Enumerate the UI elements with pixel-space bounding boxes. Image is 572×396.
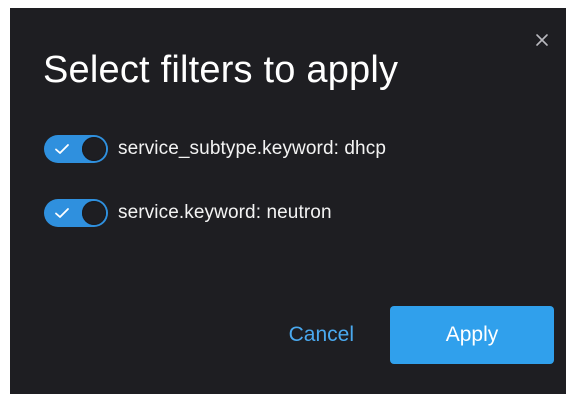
check-icon [54, 206, 70, 220]
toggle-knob [82, 137, 106, 161]
dialog-actions: Cancel Apply [289, 306, 554, 364]
filter-toggle[interactable] [44, 135, 108, 163]
close-button[interactable] [528, 26, 556, 54]
filter-toggle[interactable] [44, 199, 108, 227]
check-icon [54, 142, 70, 156]
apply-button[interactable]: Apply [390, 306, 554, 364]
filter-item: service_subtype.keyword: dhcp [44, 134, 546, 164]
filter-label: service_subtype.keyword: dhcp [118, 138, 386, 159]
filter-item: service.keyword: neutron [44, 198, 546, 228]
toggle-knob [82, 201, 106, 225]
filter-list: service_subtype.keyword: dhcp service.ke… [44, 134, 546, 262]
close-icon [535, 33, 549, 47]
select-filters-dialog: Select filters to apply service_subtype.… [10, 8, 566, 394]
filter-label: service.keyword: neutron [118, 202, 332, 223]
cancel-button[interactable]: Cancel [289, 323, 354, 347]
dialog-title: Select filters to apply [43, 49, 399, 91]
